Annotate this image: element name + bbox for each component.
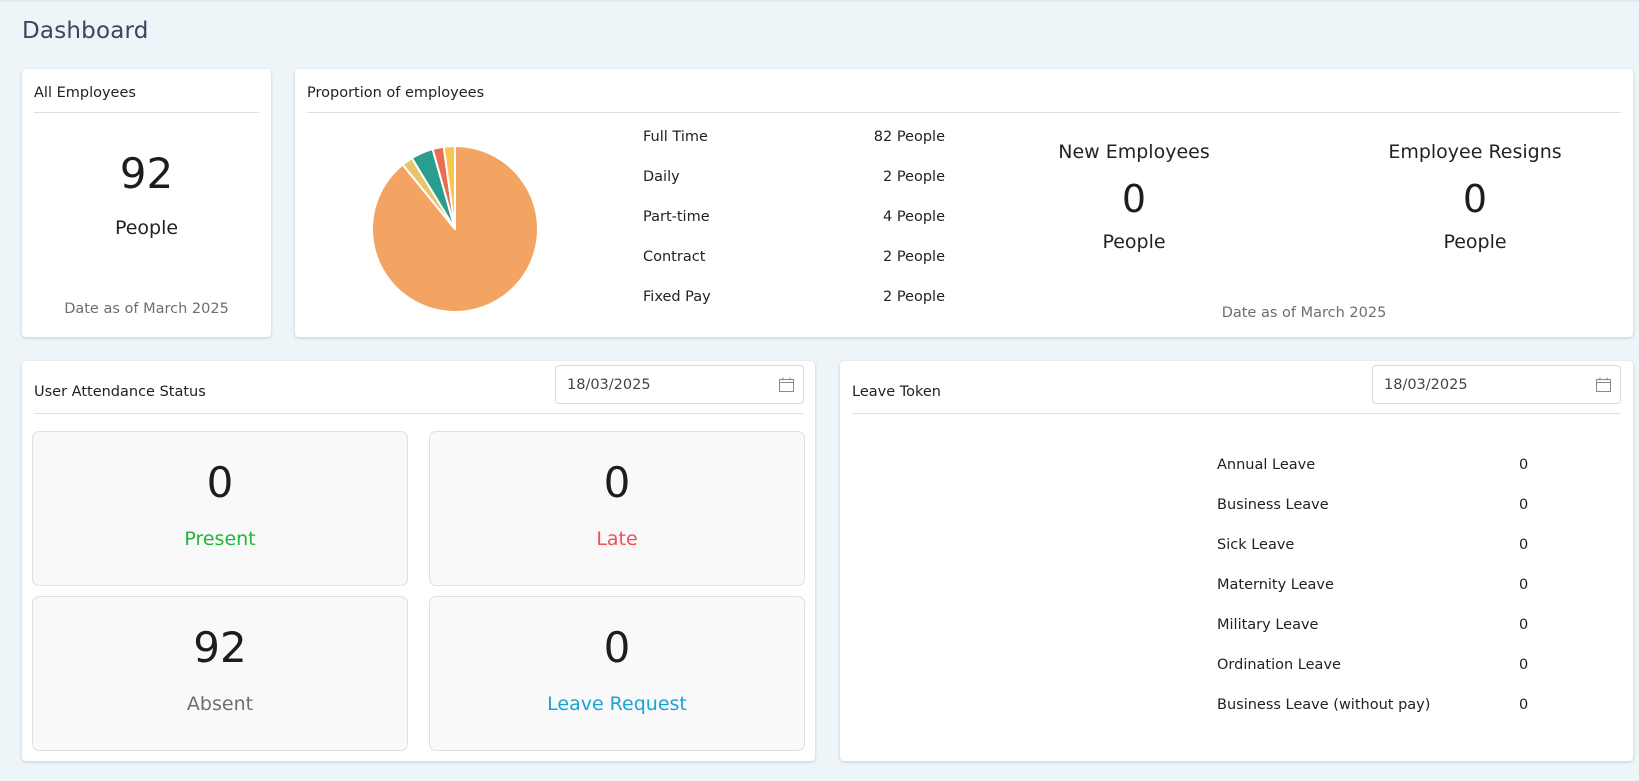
leave-value: 0 bbox=[1519, 537, 1528, 553]
new-employees-stat: New Employees 0 People bbox=[1004, 141, 1264, 253]
employee-count: 92 bbox=[22, 149, 271, 198]
legend-item: Contract 2 People bbox=[643, 249, 945, 271]
legend-value: 82 People bbox=[874, 129, 945, 145]
leave-item: Ordination Leave 0 bbox=[1217, 657, 1557, 679]
stat-label: Present bbox=[33, 528, 407, 550]
stat-label: Leave Request bbox=[430, 693, 804, 715]
stat-count: 92 bbox=[33, 623, 407, 672]
leave-item: Maternity Leave 0 bbox=[1217, 577, 1557, 599]
card-title: Leave Token bbox=[852, 384, 941, 400]
card-title: User Attendance Status bbox=[34, 384, 206, 400]
legend-item: Full Time 82 People bbox=[643, 129, 945, 151]
leave-value: 0 bbox=[1519, 657, 1528, 673]
legend-item: Part-time 4 People bbox=[643, 209, 945, 231]
stat-unit: People bbox=[1345, 231, 1605, 253]
leave-label: Maternity Leave bbox=[1217, 577, 1334, 593]
top-shadow bbox=[0, 0, 1639, 3]
leave-value: 0 bbox=[1519, 577, 1528, 593]
legend-value: 2 People bbox=[883, 289, 945, 305]
leave-label: Annual Leave bbox=[1217, 457, 1315, 473]
late-stat-box[interactable]: 0 Late bbox=[429, 431, 805, 586]
page-title: Dashboard bbox=[22, 18, 149, 44]
stat-count: 0 bbox=[430, 623, 804, 672]
legend-value: 2 People bbox=[883, 169, 945, 185]
all-employees-card: All Employees 92 People Date as of March… bbox=[22, 69, 271, 337]
proportion-card: Proportion of employees Full Time 82 Peo… bbox=[295, 69, 1633, 337]
date-value: 18/03/2025 bbox=[567, 377, 651, 393]
stat-count: 0 bbox=[1345, 177, 1605, 221]
leave-date-input[interactable]: 18/03/2025 bbox=[1372, 365, 1621, 404]
leave-label: Business Leave (without pay) bbox=[1217, 697, 1430, 713]
stat-unit: People bbox=[1004, 231, 1264, 253]
stat-count: 0 bbox=[1004, 177, 1264, 221]
leave-item: Sick Leave 0 bbox=[1217, 537, 1557, 559]
stat-label: Late bbox=[430, 528, 804, 550]
leave-item: Business Leave (without pay) 0 bbox=[1217, 697, 1557, 719]
divider bbox=[34, 413, 803, 414]
calendar-icon[interactable] bbox=[1596, 377, 1611, 392]
stat-count: 0 bbox=[33, 458, 407, 507]
card-title: Proportion of employees bbox=[307, 85, 484, 101]
leave-value: 0 bbox=[1519, 457, 1528, 473]
stat-title: New Employees bbox=[1004, 141, 1264, 163]
leave-value: 0 bbox=[1519, 617, 1528, 633]
date-note: Date as of March 2025 bbox=[22, 301, 271, 317]
legend-label: Daily bbox=[643, 169, 680, 185]
absent-stat-box[interactable]: 92 Absent bbox=[32, 596, 408, 751]
leave-item: Military Leave 0 bbox=[1217, 617, 1557, 639]
divider bbox=[852, 413, 1621, 414]
stat-label: Absent bbox=[33, 693, 407, 715]
leave-label: Military Leave bbox=[1217, 617, 1318, 633]
legend-item: Daily 2 People bbox=[643, 169, 945, 191]
divider bbox=[307, 112, 1621, 113]
legend-label: Contract bbox=[643, 249, 705, 265]
stat-count: 0 bbox=[430, 458, 804, 507]
pie-chart bbox=[360, 134, 550, 324]
legend-label: Fixed Pay bbox=[643, 289, 711, 305]
leave-label: Ordination Leave bbox=[1217, 657, 1341, 673]
leave-item: Annual Leave 0 bbox=[1217, 457, 1557, 479]
leave-token-card: Leave Token 18/03/2025 Annual Leave 0 Bu… bbox=[840, 361, 1633, 761]
leave-label: Business Leave bbox=[1217, 497, 1329, 513]
employee-resigns-stat: Employee Resigns 0 People bbox=[1345, 141, 1605, 253]
divider bbox=[34, 112, 259, 113]
employee-count-unit: People bbox=[22, 217, 271, 239]
legend-value: 4 People bbox=[883, 209, 945, 225]
leave-value: 0 bbox=[1519, 697, 1528, 713]
legend-value: 2 People bbox=[883, 249, 945, 265]
attendance-card: User Attendance Status 18/03/2025 0 Pres… bbox=[22, 361, 815, 761]
leave-value: 0 bbox=[1519, 497, 1528, 513]
leave-item: Business Leave 0 bbox=[1217, 497, 1557, 519]
attendance-date-input[interactable]: 18/03/2025 bbox=[555, 365, 804, 404]
leave-request-stat-box[interactable]: 0 Leave Request bbox=[429, 596, 805, 751]
legend-item: Fixed Pay 2 People bbox=[643, 289, 945, 311]
legend-label: Full Time bbox=[643, 129, 708, 145]
leave-label: Sick Leave bbox=[1217, 537, 1294, 553]
card-title: All Employees bbox=[34, 85, 136, 101]
date-value: 18/03/2025 bbox=[1384, 377, 1468, 393]
present-stat-box[interactable]: 0 Present bbox=[32, 431, 408, 586]
legend-label: Part-time bbox=[643, 209, 710, 225]
calendar-icon[interactable] bbox=[779, 377, 794, 392]
stat-title: Employee Resigns bbox=[1345, 141, 1605, 163]
date-note: Date as of March 2025 bbox=[1004, 305, 1604, 321]
